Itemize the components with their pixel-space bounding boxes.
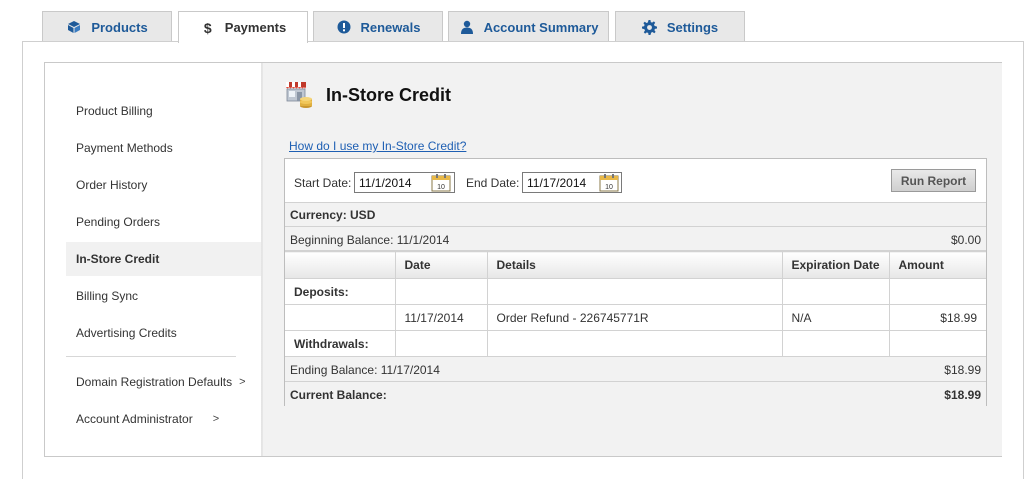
date-filter: Start Date: 10 End Date: 10 Run Report	[285, 159, 986, 203]
beginning-balance-row: Beginning Balance: 11/1/2014 $0.00	[285, 227, 986, 251]
sidebar-item-billing-sync[interactable]: Billing Sync	[66, 279, 266, 313]
calendar-icon[interactable]: 10	[599, 173, 619, 192]
svg-text:10: 10	[605, 184, 613, 191]
chevron-right-icon: >	[239, 376, 246, 388]
ending-balance-amount: $18.99	[944, 363, 981, 377]
sidebar-item-payment-methods[interactable]: Payment Methods	[66, 131, 266, 165]
column-header-date: Date	[394, 251, 488, 279]
sidebar-item-in-store-credit[interactable]: In-Store Credit	[66, 242, 267, 276]
sidebar-divider	[66, 356, 236, 357]
current-balance-row: Current Balance: $18.99	[285, 382, 986, 406]
help-link[interactable]: How do I use my In-Store Credit?	[289, 139, 466, 153]
calendar-icon[interactable]: 10	[431, 173, 451, 192]
end-date-label: End Date:	[466, 176, 520, 190]
deposit-date: 11/17/2014	[394, 304, 488, 331]
sidebar-item-pending-orders[interactable]: Pending Orders	[66, 205, 266, 239]
table-row: Withdrawals:	[285, 330, 986, 357]
current-balance-amount: $18.99	[944, 388, 981, 402]
tab-renewals[interactable]: Renewals	[313, 11, 443, 42]
beginning-balance-amount: $0.00	[950, 233, 981, 247]
currency-row: Currency: USD	[285, 203, 986, 227]
report-panel: Start Date: 10 End Date: 10 Run Report C…	[284, 158, 987, 406]
sidebar-item-order-history[interactable]: Order History	[66, 168, 266, 202]
run-report-button[interactable]: Run Report	[891, 169, 976, 192]
deposits-label: Deposits:	[285, 278, 396, 305]
transactions-table: Date Details Expiration Date Amount Depo…	[285, 251, 986, 357]
column-header-details: Details	[486, 251, 783, 279]
ending-balance-label: Ending Balance: 11/17/2014	[290, 363, 440, 377]
svg-text:10: 10	[437, 184, 445, 191]
page-title: In-Store Credit	[326, 85, 452, 105]
current-balance-label: Current Balance:	[290, 388, 387, 402]
currency-label: Currency: USD	[290, 208, 376, 222]
sidebar-item-account-administrator[interactable]: Account Administrator >	[66, 402, 266, 436]
table-row: 11/17/2014 Order Refund - 226745771R N/A…	[285, 304, 986, 331]
chevron-right-icon: >	[212, 413, 220, 425]
tab-settings[interactable]: Settings	[615, 11, 745, 42]
beginning-balance-label: Beginning Balance: 11/1/2014	[290, 233, 450, 247]
gear-icon	[642, 19, 658, 35]
deposit-amount: $18.99	[888, 304, 986, 331]
ending-balance-row: Ending Balance: 11/17/2014 $18.99	[285, 357, 986, 382]
sidebar: Product Billing Payment Methods Order Hi…	[45, 63, 267, 456]
withdrawals-label: Withdrawals:	[285, 330, 396, 357]
cube-icon	[66, 19, 82, 35]
sidebar-item-product-billing[interactable]: Product Billing	[66, 94, 266, 128]
tab-payments[interactable]: $ Payments	[178, 11, 308, 43]
alert-icon	[336, 19, 352, 35]
deposit-expiration: N/A	[781, 304, 890, 331]
sidebar-item-domain-registration-defaults[interactable]: Domain Registration Defaults >	[66, 365, 266, 399]
start-date-label: Start Date:	[294, 176, 352, 190]
tab-account-summary[interactable]: Account Summary	[448, 11, 609, 42]
deposit-details: Order Refund - 226745771R	[486, 304, 783, 331]
main-content: In-Store Credit How do I use my In-Store…	[263, 63, 1002, 456]
sidebar-item-advertising-credits[interactable]: Advertising Credits	[66, 316, 266, 350]
column-header-expiration: Expiration Date	[781, 251, 890, 279]
column-header	[285, 251, 396, 279]
payments-panel: Product Billing Payment Methods Order Hi…	[44, 62, 1002, 457]
tab-products[interactable]: Products	[42, 11, 172, 42]
store-icon	[283, 79, 315, 111]
table-header-row: Date Details Expiration Date Amount	[285, 251, 986, 279]
user-icon	[459, 19, 475, 35]
table-row: Deposits:	[285, 278, 986, 305]
column-header-amount: Amount	[888, 251, 986, 279]
dollar-icon: $	[203, 19, 212, 36]
